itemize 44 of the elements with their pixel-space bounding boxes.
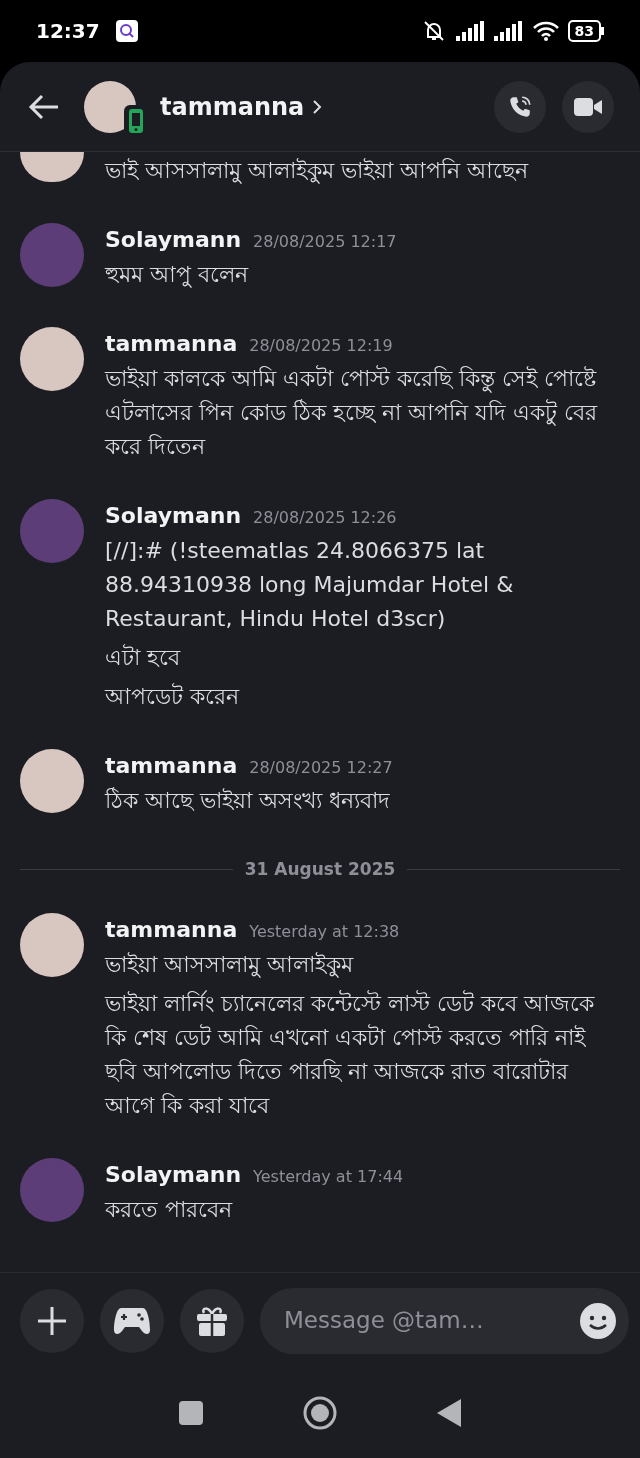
author-name[interactable]: tammanna — [105, 912, 238, 946]
emoji-icon[interactable] — [579, 1301, 617, 1340]
profile-button[interactable]: tammanna — [160, 88, 323, 125]
wifi-icon — [531, 20, 560, 42]
message-timestamp: Yesterday at 12:38 — [249, 920, 400, 943]
message-timestamp: 28/08/2025 12:26 — [253, 507, 397, 529]
message-text: হুমম আপু বলেন — [105, 261, 250, 290]
gamepad-icon — [113, 1305, 151, 1336]
message-text: ভাইয়া লার্নিং চ্যানেলের কন্টেস্টে লাস্ট ডেট কবে আজকে কি শেষ ডেট আমি এখনো একটা পোস্ট করতে পারি নাই ছবি আপলোড দিতে পারছি না আজকে রাত বারোটার আগে কি করা যাবে — [105, 989, 596, 1120]
gift-icon — [196, 1304, 228, 1337]
signal-icon — [455, 21, 486, 41]
author-name[interactable]: tammanna — [105, 749, 238, 782]
message-timestamp: 28/08/2025 12:19 — [249, 335, 393, 357]
battery-level: 83 — [567, 20, 601, 42]
message-text: ঠিক আছে ভাইয়া অসংখ্য ধন্যবাদ — [105, 786, 391, 815]
message-input-field[interactable]: Message @tam… — [260, 1287, 629, 1354]
message-input-field[interactable]: Message @tam… — [282, 1302, 579, 1339]
signal-icon — [493, 21, 524, 41]
message-timestamp: 28/08/2025 12:17 — [253, 231, 397, 253]
message-text: করতে পারবেন — [105, 1195, 234, 1224]
back-button[interactable] — [28, 92, 60, 121]
message-text: ভাইয়া কালকে আমি একটা পোস্ট করেছি কিন্তু সেই পোষ্টে এটলাসের পিন কোড ঠিক হচ্ছে না আপনি যদি একটু বের করে দিতেন — [105, 364, 599, 461]
app-notification-icon — [115, 20, 138, 42]
video-camera-icon — [574, 96, 602, 117]
message-text: আপডেট করেন — [105, 682, 241, 711]
message-text: এটা হবে — [105, 643, 182, 672]
message-timestamp: Yesterday at 17:44 — [253, 1165, 404, 1188]
author-name[interactable]: Solaymann — [105, 1157, 242, 1191]
message-text: ভাই আসসালামু আলাইকুম ভাইয়া আপনি আছেন — [105, 157, 530, 186]
author-name[interactable]: Solaymann — [105, 499, 242, 532]
message-text: [//]:# (!steematlas 24.8066375 lat 88.94310938 long Majumdar Hotel & Restaurant, Hindu Hotel d3scr) — [105, 537, 515, 633]
chevron-icon — [312, 98, 323, 115]
home-button[interactable] — [303, 1396, 337, 1430]
plus-icon — [36, 1304, 68, 1337]
phone-icon — [507, 93, 533, 120]
clock-time: 12:37 — [36, 18, 100, 45]
author-name[interactable]: Solaymann — [105, 223, 242, 256]
date-divider-label: 31 August 2025 — [243, 858, 397, 881]
back-nav-button[interactable] — [437, 1399, 461, 1427]
message-text: ভাইয়া আসসালামু আলাইকুম — [105, 950, 355, 980]
battery-tip-icon — [601, 27, 604, 35]
message-timestamp: 28/08/2025 12:27 — [249, 757, 393, 779]
author-name[interactable]: tammanna — [105, 327, 238, 360]
back-arrow-icon — [28, 92, 60, 121]
